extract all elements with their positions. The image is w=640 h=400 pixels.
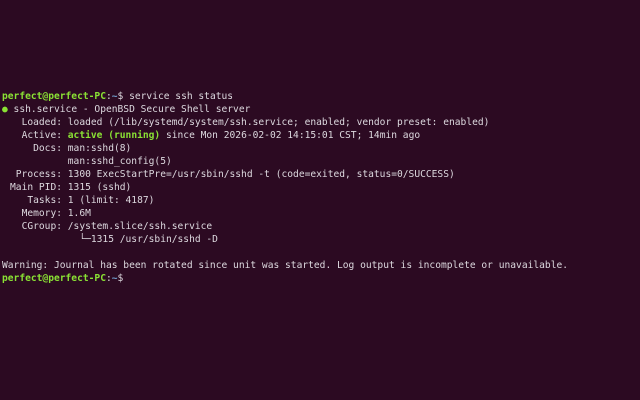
- docs-value: man:sshd(8): [62, 143, 132, 154]
- cgroup-line: CGroup: /system.slice/ssh.service: [2, 220, 640, 233]
- loaded-line: Loaded: loaded (/lib/systemd/system/ssh.…: [2, 116, 640, 129]
- active-key: Active:: [21, 130, 62, 141]
- unit-description: ssh.service - OpenBSD Secure Shell serve…: [7, 104, 251, 115]
- cgroup-key: CGroup:: [21, 221, 62, 232]
- prompt-user-host: perfect@perfect-PC: [2, 273, 106, 284]
- text-cursor: [123, 272, 129, 283]
- docs-value-2: man:sshd_config(5): [62, 156, 172, 167]
- process-key: Process:: [15, 169, 62, 180]
- tasks-line: Tasks: 1 (limit: 4187): [2, 194, 640, 207]
- mainpid-line: Main PID: 1315 (sshd): [2, 181, 640, 194]
- cgroup-child-line: └─1315 /usr/sbin/sshd -D: [2, 233, 640, 246]
- prompt-line[interactable]: perfect@perfect-PC:~$: [2, 272, 640, 285]
- mainpid-key: Main PID:: [10, 182, 62, 193]
- loaded-key: Loaded:: [21, 117, 62, 128]
- journal-warning: Warning: Journal has been rotated since …: [2, 260, 569, 271]
- memory-line: Memory: 1.6M: [2, 207, 640, 220]
- terminal-window[interactable]: perfect@perfect-PC:~$ service ssh status…: [0, 0, 640, 400]
- command-text: service ssh status: [123, 91, 234, 102]
- prompt-user-host: perfect@perfect-PC: [2, 91, 106, 102]
- tasks-key: Tasks:: [27, 195, 62, 206]
- unit-line: ● ssh.service - OpenBSD Secure Shell ser…: [2, 103, 640, 116]
- active-since: since Mon 2026-02-02 14:15:01 CST; 14min…: [160, 130, 421, 141]
- command-line: perfect@perfect-PC:~$ service ssh status: [2, 90, 640, 103]
- loaded-value: loaded (/lib/systemd/system/ssh.service;…: [62, 117, 490, 128]
- tasks-value: 1 (limit: 4187): [62, 195, 155, 206]
- cgroup-child-process: └─1315 /usr/sbin/sshd -D: [79, 234, 218, 245]
- active-state: active (running): [67, 130, 161, 141]
- memory-key: Memory:: [21, 208, 62, 219]
- docs-line-2: man:sshd_config(5): [2, 155, 640, 168]
- docs-key: Docs:: [33, 143, 62, 154]
- process-line: Process: 1300 ExecStartPre=/usr/sbin/ssh…: [2, 168, 640, 181]
- cgroup-value: /system.slice/ssh.service: [62, 221, 213, 232]
- mainpid-value: 1315 (sshd): [62, 182, 132, 193]
- process-value: 1300 ExecStartPre=/usr/sbin/sshd -t (cod…: [62, 169, 455, 180]
- active-line: Active: active (running) since Mon 2026-…: [2, 129, 640, 142]
- docs-line: Docs: man:sshd(8): [2, 142, 640, 155]
- memory-value: 1.6M: [62, 208, 91, 219]
